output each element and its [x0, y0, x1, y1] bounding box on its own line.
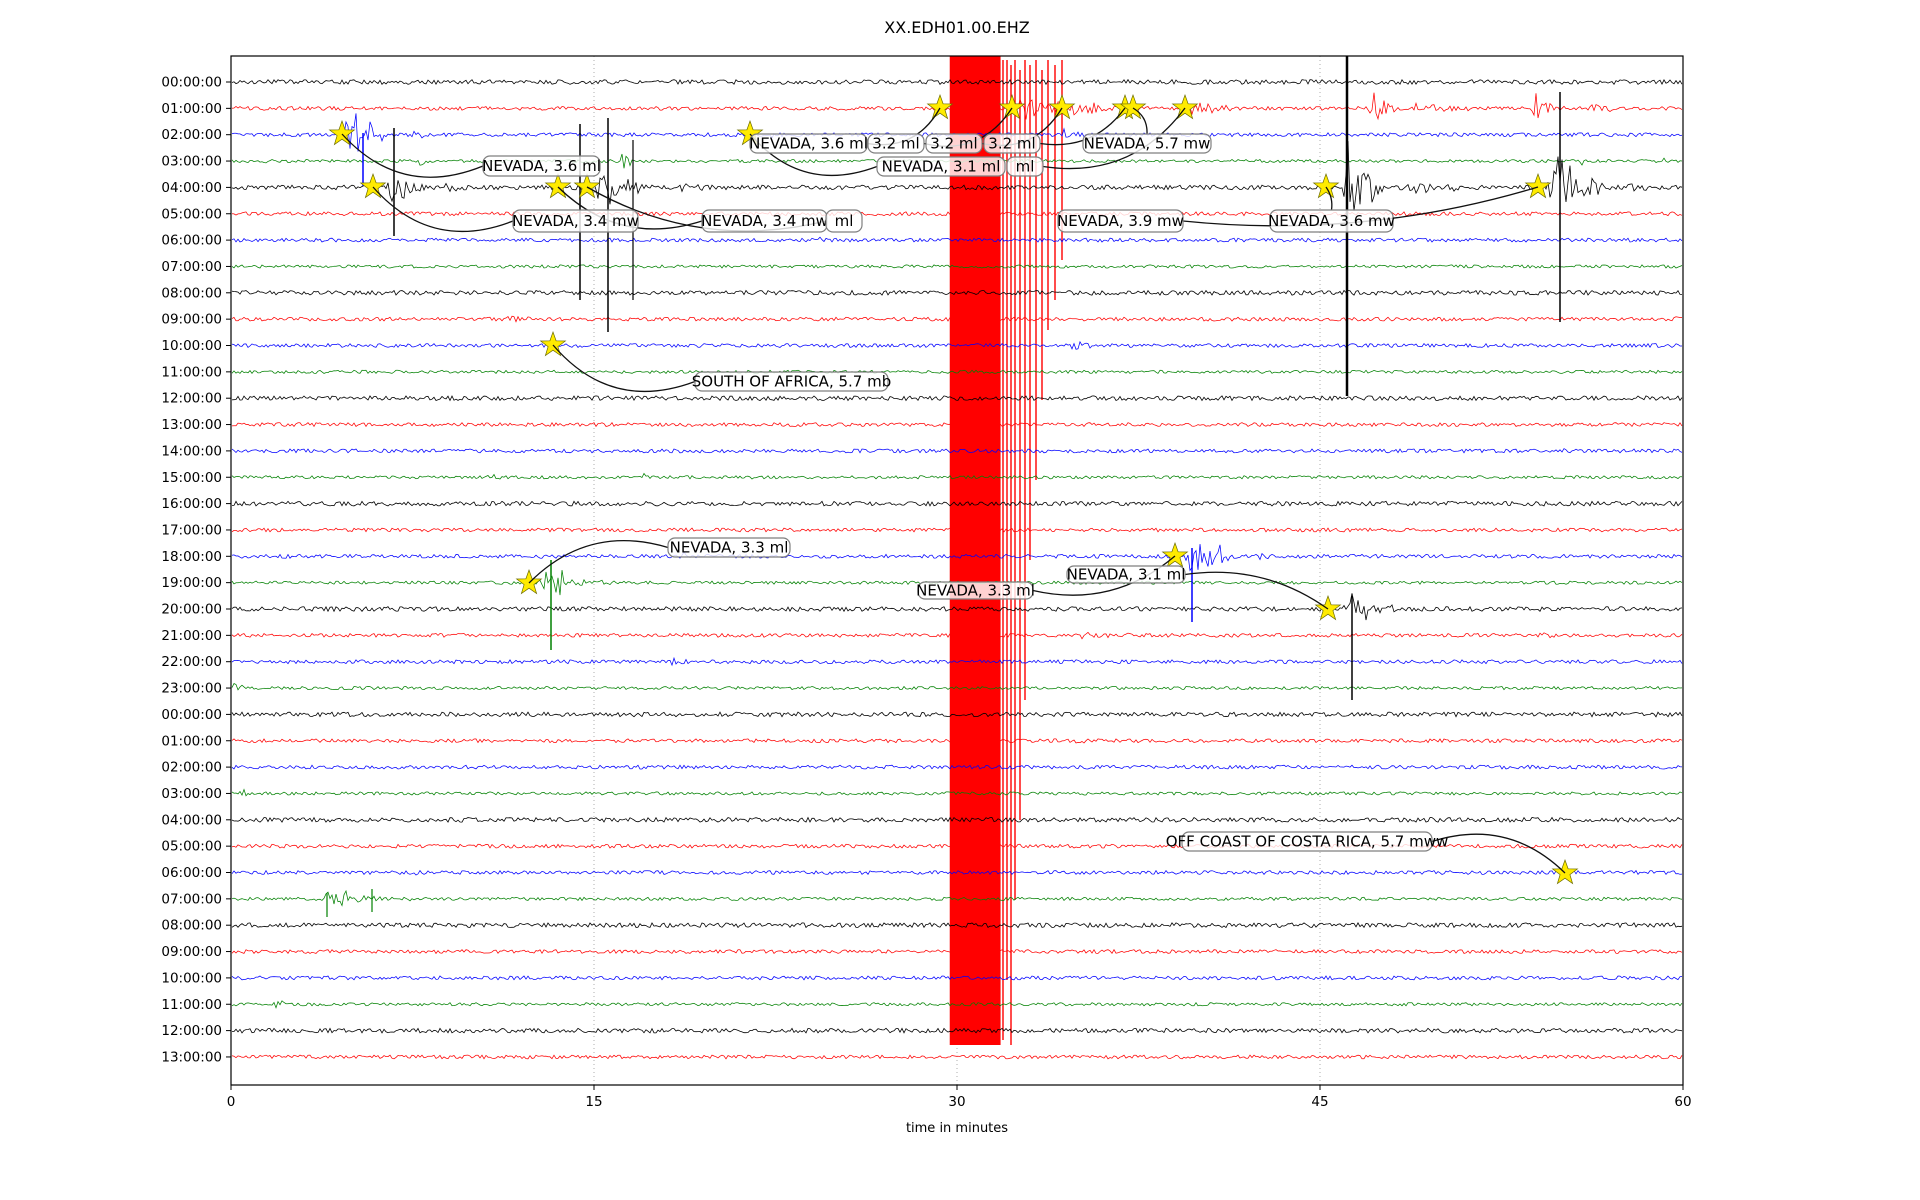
y-tick-label: 00:00:00 [161, 75, 222, 91]
y-tick-label: 05:00:00 [161, 206, 222, 222]
event-star-icon [926, 93, 954, 120]
event-annotation-label: 3.2 ml [930, 135, 977, 153]
annotation-connector [1431, 833, 1566, 874]
event-annotation-label: OFF COAST OF COSTA RICA, 5.7 mww [1166, 833, 1448, 851]
event-star-icon [1551, 858, 1579, 885]
y-tick-label: 07:00:00 [161, 259, 222, 275]
y-tick-label: 23:00:00 [161, 681, 222, 697]
y-tick-label: 15:00:00 [161, 470, 222, 486]
event-star-icon [1312, 172, 1340, 199]
annotation-connector [1184, 571, 1329, 610]
y-tick-label: 13:00:00 [161, 417, 222, 433]
y-tick-label: 22:00:00 [161, 654, 222, 670]
event-annotation-label: NEVADA, 3.6 mw [1268, 212, 1395, 230]
y-tick-label: 07:00:00 [161, 891, 222, 907]
event-annotation-label: NEVADA, 3.1 ml [1067, 566, 1186, 584]
event-star-icon [1314, 594, 1342, 621]
y-tick-label: 16:00:00 [161, 496, 222, 512]
event-annotation-label: NEVADA, 3.4 mw [512, 212, 639, 230]
event-annotation-label: ml [1016, 158, 1035, 176]
y-tick-label: 10:00:00 [161, 970, 222, 986]
x-tick-label: 0 [227, 1094, 236, 1110]
x-tick-label: 60 [1674, 1094, 1691, 1110]
event-annotation-label: ml [835, 212, 854, 230]
y-tick-label: 18:00:00 [161, 549, 222, 565]
y-tick-label: 08:00:00 [161, 918, 222, 934]
y-tick-label: 20:00:00 [161, 602, 222, 618]
event-star-icon [544, 172, 572, 199]
event-star-icon [515, 568, 543, 595]
y-tick-label: 17:00:00 [161, 522, 222, 538]
event-star-icon [359, 172, 387, 199]
event-star-icon [1171, 93, 1199, 120]
x-tick-label: 45 [1311, 1094, 1328, 1110]
y-tick-label: 11:00:00 [161, 997, 222, 1013]
y-tick-label: 12:00:00 [161, 1023, 222, 1039]
event-annotation-label: NEVADA, 3.9 mw [1057, 212, 1184, 230]
event-annotation-label: NEVADA, 5.7 mw [1084, 135, 1211, 153]
y-tick-label: 09:00:00 [161, 944, 222, 960]
y-tick-label: 10:00:00 [161, 338, 222, 354]
y-tick-label: 05:00:00 [161, 839, 222, 855]
y-tick-label: 03:00:00 [161, 786, 222, 802]
event-annotation-label: 3.2 ml [872, 135, 919, 153]
event-annotation-label: 3.2 ml [988, 135, 1035, 153]
event-annotation-label: NEVADA, 3.3 ml [916, 582, 1035, 600]
event-annotation-label: NEVADA, 3.6 ml [482, 157, 601, 175]
event-annotation-label: NEVADA, 3.4 mw [701, 212, 828, 230]
y-tick-label: 01:00:00 [161, 101, 222, 117]
y-tick-label: 06:00:00 [161, 865, 222, 881]
saturated-event-block [949, 56, 1001, 1045]
y-tick-label: 21:00:00 [161, 628, 222, 644]
event-annotation-label: NEVADA, 3.1 ml [882, 158, 1001, 176]
y-tick-label: 09:00:00 [161, 312, 222, 328]
helicorder-plot: NEVADA, 3.6 ml NEVADA, 3.4 mw NEVADA, 3.4 … [161, 55, 1692, 1110]
y-tick-label: 19:00:00 [161, 575, 222, 591]
event-annotation-label: NEVADA, 3.6 ml [749, 135, 868, 153]
y-tick-label: 04:00:00 [161, 812, 222, 828]
y-tick-label: 12:00:00 [161, 391, 222, 407]
y-tick-label: 14:00:00 [161, 443, 222, 459]
x-axis-label: time in minutes [905, 1121, 1009, 1136]
event-star-icon [1524, 172, 1552, 199]
annotation-connector [528, 539, 669, 584]
y-tick-label: 08:00:00 [161, 285, 222, 301]
screenshot-root: XX.EDH01.00.EHZ NEVADA, 3.6 ml NEVADA, 3.… [0, 0, 1920, 1200]
event-star-icon [573, 172, 601, 199]
x-tick-label: 30 [948, 1094, 965, 1110]
event-annotation-label: SOUTH OF AFRICA, 5.7 mb [692, 373, 891, 391]
event-star-icon [539, 330, 567, 357]
y-tick-label: 03:00:00 [161, 154, 222, 170]
y-tick-label: 02:00:00 [161, 760, 222, 776]
x-tick-label: 15 [585, 1094, 602, 1110]
event-annotation-label: NEVADA, 3.3 ml [670, 539, 789, 557]
y-tick-label: 01:00:00 [161, 733, 222, 749]
y-tick-label: 06:00:00 [161, 233, 222, 249]
annotation-connector [552, 344, 696, 393]
y-tick-label: 00:00:00 [161, 707, 222, 723]
y-tick-label: 13:00:00 [161, 1049, 222, 1065]
y-tick-label: 04:00:00 [161, 180, 222, 196]
y-tick-label: 02:00:00 [161, 127, 222, 143]
y-tick-label: 11:00:00 [161, 364, 222, 380]
